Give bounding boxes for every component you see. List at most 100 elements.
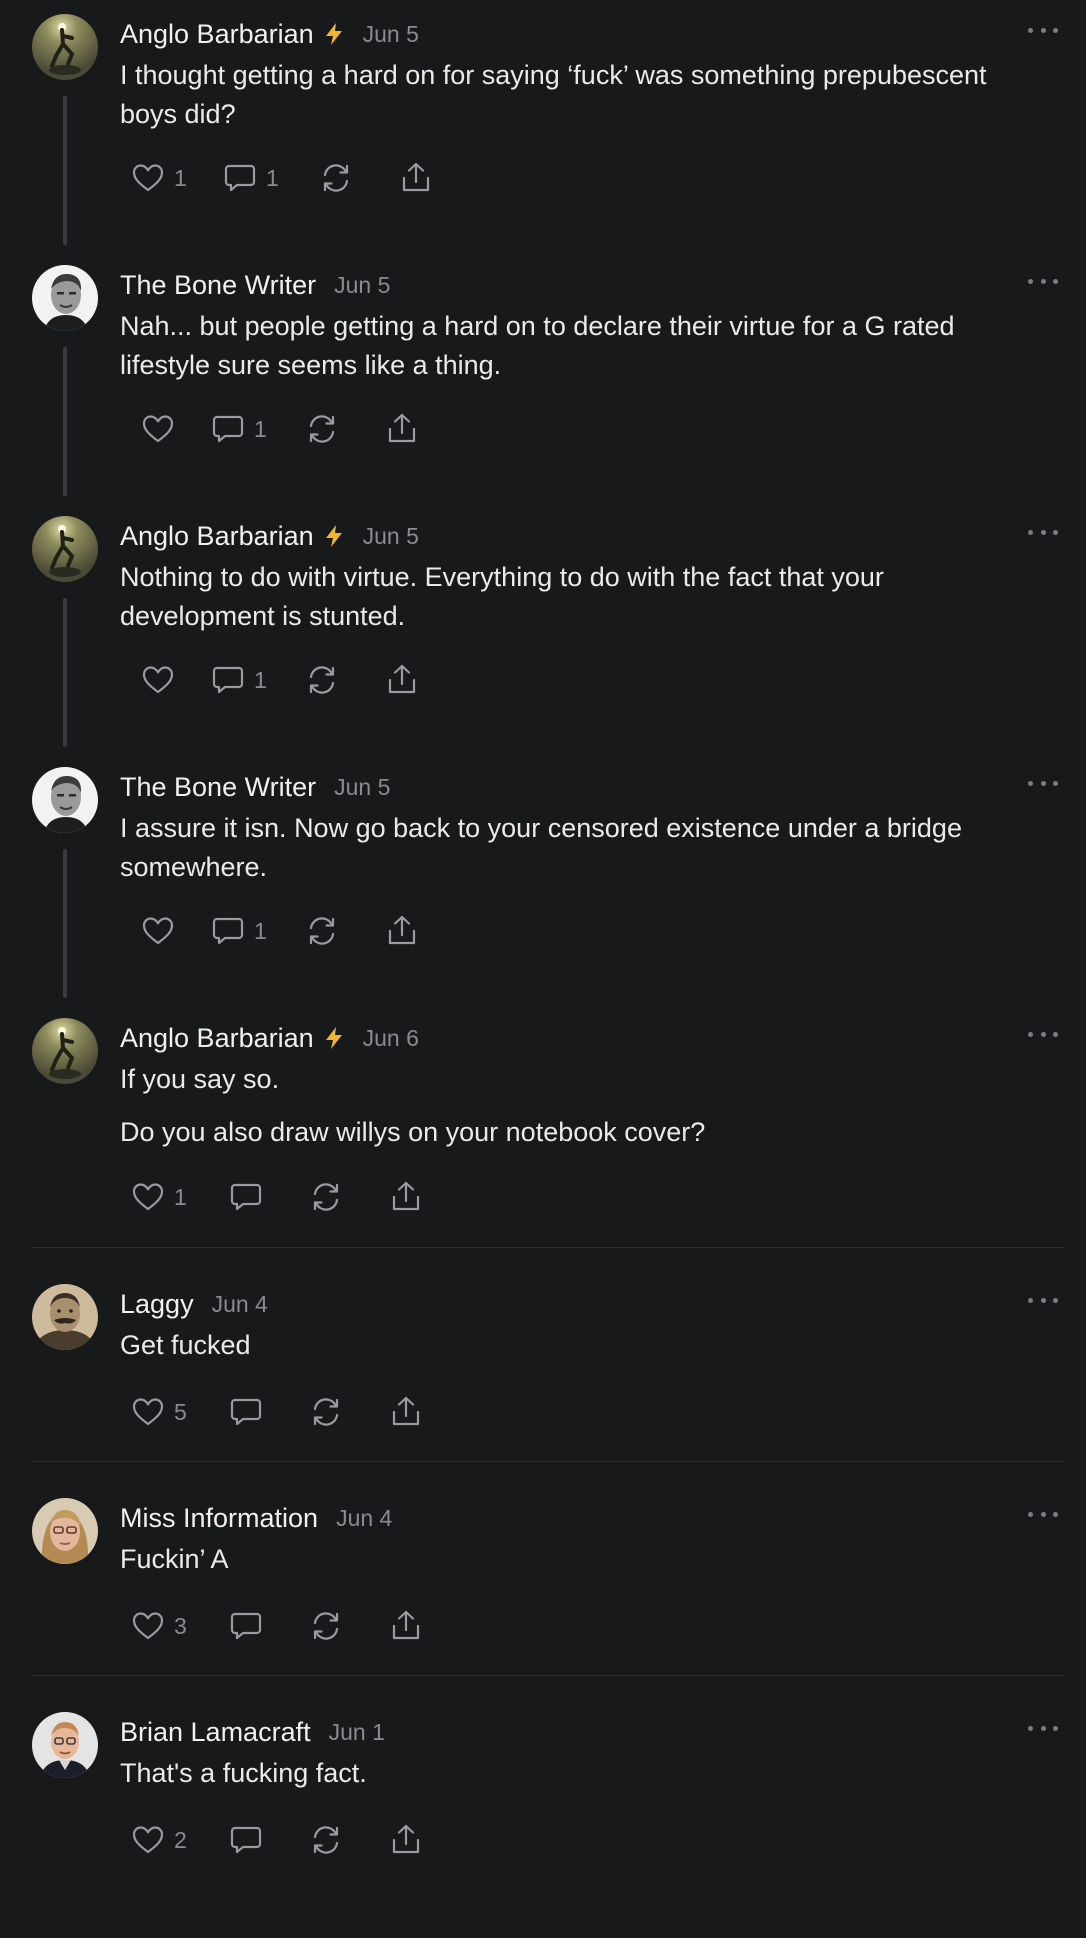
reply-button[interactable]: 1	[210, 911, 267, 951]
reply-button[interactable]	[228, 1606, 264, 1646]
lightning-bolt-icon	[323, 1026, 345, 1050]
author-name[interactable]: Laggy	[120, 1289, 194, 1320]
like-button[interactable]: 1	[130, 158, 187, 198]
like-button[interactable]: 5	[130, 1392, 187, 1432]
restack-button[interactable]	[304, 911, 340, 951]
comment-bubble-icon	[210, 411, 246, 447]
comment-body: Fuckin’ A	[120, 1540, 1040, 1579]
restack-button[interactable]	[308, 1177, 344, 1217]
author-name[interactable]: Anglo Barbarian	[120, 1023, 314, 1054]
avatar-statue[interactable]	[32, 1018, 98, 1084]
more-dots-icon[interactable]	[1028, 1718, 1058, 1738]
share-button[interactable]	[384, 911, 420, 951]
share-button[interactable]	[384, 409, 420, 449]
restack-button[interactable]	[308, 1392, 344, 1432]
comment-feed: Anglo Barbarian Jun 5 I thought getting a …	[0, 0, 1086, 1880]
comment-header: The Bone Writer Jun 5	[120, 769, 390, 805]
like-button[interactable]: 1	[130, 1177, 187, 1217]
author-name[interactable]: Anglo Barbarian	[120, 19, 314, 50]
comment-header: Anglo Barbarian Jun 5	[120, 16, 419, 52]
reply-button[interactable]	[228, 1820, 264, 1860]
comment-date[interactable]: Jun 5	[363, 523, 419, 550]
restack-icon	[308, 1179, 344, 1215]
comment-text: I assure it isn. Now go back to your cen…	[120, 813, 962, 882]
author-name[interactable]: Anglo Barbarian	[120, 521, 314, 552]
avatar-woman[interactable]	[32, 1498, 98, 1564]
more-dots-icon[interactable]	[1028, 271, 1058, 291]
restack-icon	[318, 160, 354, 196]
avatar-statue[interactable]	[32, 516, 98, 582]
comment-date[interactable]: Jun 6	[363, 1025, 419, 1052]
like-count: 3	[174, 1612, 187, 1639]
comment-date[interactable]: Jun 5	[334, 774, 390, 801]
comment: Brian Lamacraft Jun 1 That's a fucking fac…	[0, 1698, 1086, 1938]
like-button[interactable]	[140, 660, 176, 700]
comment-date[interactable]: Jun 1	[329, 1719, 385, 1746]
author-name[interactable]: The Bone Writer	[120, 772, 316, 803]
share-button[interactable]	[398, 158, 434, 198]
share-icon	[388, 1608, 424, 1644]
comment-date[interactable]: Jun 5	[363, 21, 419, 48]
share-button[interactable]	[388, 1606, 424, 1646]
avatar-sepia-man[interactable]	[32, 1284, 98, 1350]
more-dots-icon[interactable]	[1028, 1290, 1058, 1310]
share-icon	[388, 1822, 424, 1858]
restack-button[interactable]	[308, 1606, 344, 1646]
restack-button[interactable]	[304, 409, 340, 449]
like-button[interactable]: 2	[130, 1820, 187, 1860]
avatar-man-bw[interactable]	[32, 265, 98, 331]
comment-bubble-icon	[228, 1822, 264, 1858]
share-button[interactable]	[384, 660, 420, 700]
reply-button[interactable]: 1	[210, 660, 267, 700]
reply-button[interactable]	[228, 1177, 264, 1217]
more-dots-icon[interactable]	[1028, 20, 1058, 40]
reply-button[interactable]	[228, 1392, 264, 1432]
heart-icon	[140, 662, 176, 698]
reply-button[interactable]: 1	[222, 158, 279, 198]
reply-button[interactable]: 1	[210, 409, 267, 449]
like-count: 5	[174, 1398, 187, 1425]
more-dots-icon[interactable]	[1028, 522, 1058, 542]
more-dots-icon[interactable]	[1028, 1024, 1058, 1044]
share-button[interactable]	[388, 1820, 424, 1860]
like-button[interactable]	[140, 911, 176, 951]
share-button[interactable]	[388, 1177, 424, 1217]
like-button[interactable]	[140, 409, 176, 449]
avatar-statue[interactable]	[32, 14, 98, 80]
restack-button[interactable]	[308, 1820, 344, 1860]
comment-header: Anglo Barbarian Jun 5	[120, 518, 419, 554]
restack-button[interactable]	[304, 660, 340, 700]
reply-count: 1	[254, 415, 267, 442]
comment-divider	[32, 1675, 1064, 1676]
avatar-man-glasses[interactable]	[32, 1712, 98, 1778]
like-button[interactable]: 3	[130, 1606, 187, 1646]
share-button[interactable]	[388, 1392, 424, 1432]
heart-icon	[140, 411, 176, 447]
comment-bubble-icon	[210, 913, 246, 949]
comment-date[interactable]: Jun 4	[212, 1291, 268, 1318]
author-name[interactable]: Miss Information	[120, 1503, 318, 1534]
reply-count: 1	[254, 666, 267, 693]
comment: Anglo Barbarian Jun 5 Nothing to do with v…	[0, 502, 1086, 742]
more-dots-icon[interactable]	[1028, 773, 1058, 793]
like-count: 1	[174, 1183, 187, 1210]
comment-bubble-icon	[222, 160, 258, 196]
more-dots-icon[interactable]	[1028, 1504, 1058, 1524]
comment-body: That's a fucking fact.	[120, 1754, 1040, 1793]
comment-body: I thought getting a hard on for saying ‘…	[120, 56, 1040, 134]
comment: The Bone Writer Jun 5 I assure it isn. Now…	[0, 753, 1086, 993]
share-icon	[388, 1394, 424, 1430]
lightning-bolt-icon	[323, 22, 345, 46]
restack-button[interactable]	[318, 158, 354, 198]
comment-date[interactable]: Jun 5	[334, 272, 390, 299]
avatar-man-bw[interactable]	[32, 767, 98, 833]
comment-bubble-icon	[228, 1394, 264, 1430]
lightning-bolt-icon	[323, 524, 345, 548]
comment-header: Anglo Barbarian Jun 6	[120, 1020, 419, 1056]
reply-count: 1	[254, 917, 267, 944]
author-name[interactable]: The Bone Writer	[120, 270, 316, 301]
comment-text: Get fucked	[120, 1330, 251, 1360]
comment-date[interactable]: Jun 4	[336, 1505, 392, 1532]
comment-divider	[32, 1247, 1064, 1248]
author-name[interactable]: Brian Lamacraft	[120, 1717, 311, 1748]
